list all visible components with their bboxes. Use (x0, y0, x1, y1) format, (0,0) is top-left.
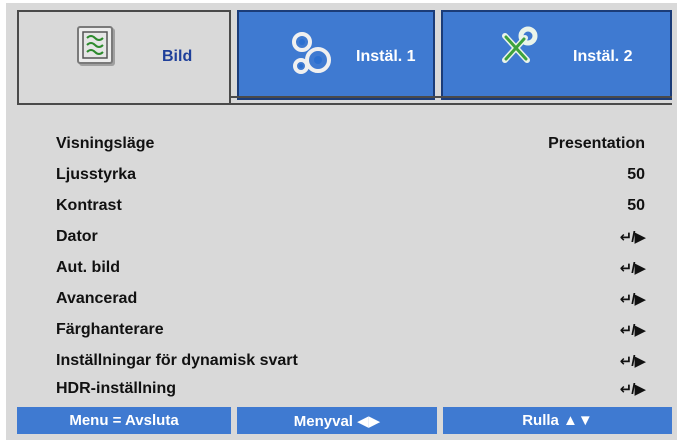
menu-row-avancerad[interactable]: Avancerad ↵/▶ (17, 286, 672, 312)
menu-row-label: Färghanterare (56, 321, 164, 338)
footer-menu-select-label: Menyval ◀▶ (293, 412, 381, 430)
menu-row-aut-bild[interactable]: Aut. bild ↵/▶ (17, 255, 672, 281)
enter-arrow-icon: ↵/▶ (619, 229, 646, 246)
menu-row-dator[interactable]: Dator ↵/▶ (17, 224, 672, 250)
menu-row-value: 50 (627, 197, 645, 214)
menu-row-ljusstyrka[interactable]: Ljusstyrka 50 (17, 162, 672, 188)
gears-icon (287, 28, 337, 78)
enter-arrow-icon: ↵/▶ (619, 260, 646, 277)
panel-divider (229, 96, 672, 103)
tab-instal-1[interactable]: Instäl. 1 (237, 10, 435, 100)
footer-scroll-label: Rulla ▲▼ (522, 412, 593, 429)
enter-arrow-icon: ↵/▶ (619, 322, 646, 339)
menu-row-value: Presentation (548, 135, 645, 152)
tab-instal-2[interactable]: Instäl. 2 (441, 10, 672, 100)
tab-instal-2-label: Instäl. 2 (573, 48, 633, 65)
menu-row-label: Kontrast (56, 197, 122, 214)
tab-instal-1-label: Instäl. 1 (356, 48, 416, 65)
enter-arrow-icon: ↵/▶ (619, 353, 646, 370)
footer-menu-select: Menyval ◀▶ (237, 407, 437, 434)
menu-row-hdr[interactable]: HDR-inställning ↵/▶ (17, 376, 672, 402)
enter-arrow-icon: ↵/▶ (619, 381, 646, 398)
menu-row-dynamisk-svart[interactable]: Inställningar för dynamisk svart ↵/▶ (17, 348, 672, 374)
menu-row-label: Visningsläge (56, 135, 155, 152)
picture-icon (77, 26, 113, 64)
footer-menu-exit: Menu = Avsluta (17, 407, 231, 434)
menu-row-label: HDR-inställning (56, 380, 176, 397)
footer-scroll: Rulla ▲▼ (443, 407, 672, 434)
menu-row-kontrast[interactable]: Kontrast 50 (17, 193, 672, 219)
enter-arrow-icon: ↵/▶ (619, 291, 646, 308)
menu-row-label: Dator (56, 228, 98, 245)
menu-row-visningslage[interactable]: Visningsläge Presentation (17, 131, 672, 157)
menu-row-label: Aut. bild (56, 259, 120, 276)
menu-row-label: Inställningar för dynamisk svart (56, 352, 298, 369)
tab-bild-label: Bild (162, 48, 193, 65)
settings-panel: Visningsläge Presentation Ljusstyrka 50 … (17, 103, 672, 398)
menu-row-label: Avancerad (56, 290, 138, 307)
menu-row-value: 50 (627, 166, 645, 183)
menu-row-fargahanterare[interactable]: Färghanterare ↵/▶ (17, 317, 672, 343)
menu-row-label: Ljusstyrka (56, 166, 137, 183)
footer-menu-exit-label: Menu = Avsluta (69, 412, 179, 429)
tab-bild[interactable]: Bild (17, 10, 231, 103)
tools-icon (495, 26, 539, 70)
